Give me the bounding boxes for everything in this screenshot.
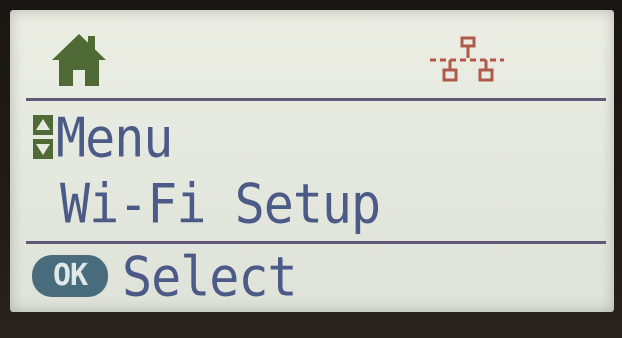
footer-divider	[26, 241, 606, 244]
header-divider	[26, 98, 606, 101]
select-action-label: Select	[122, 246, 298, 309]
menu-item-wifi-setup[interactable]: Wi-Fi Setup	[60, 174, 381, 234]
lcd-screen: Menu Wi-Fi Setup OK Select	[10, 10, 614, 312]
menu-title: Menu	[56, 106, 173, 170]
home-icon[interactable]	[50, 32, 108, 88]
wired-network-icon	[426, 36, 508, 88]
scroll-up-down-icon	[32, 114, 54, 160]
ok-button[interactable]: OK	[32, 255, 108, 297]
device-bezel: Menu Wi-Fi Setup OK Select	[0, 0, 622, 338]
